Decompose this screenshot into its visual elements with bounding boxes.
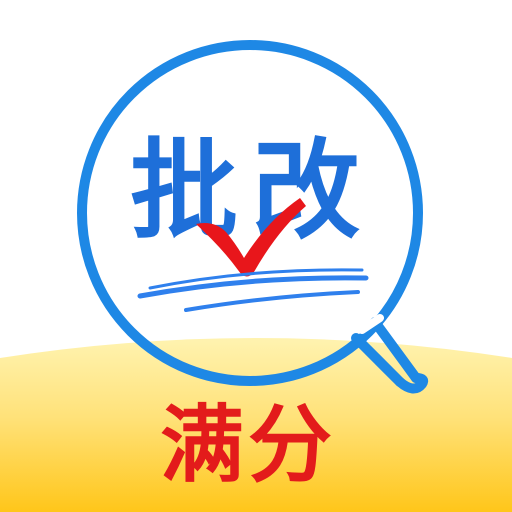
underline-strokes bbox=[137, 268, 369, 312]
app-icon[interactable]: 批改 满分 bbox=[0, 0, 512, 512]
icon-title: 批改 bbox=[130, 129, 374, 254]
icon-subtitle: 满分 bbox=[160, 395, 336, 494]
app-icon-artwork: 批改 满分 bbox=[0, 40, 512, 512]
